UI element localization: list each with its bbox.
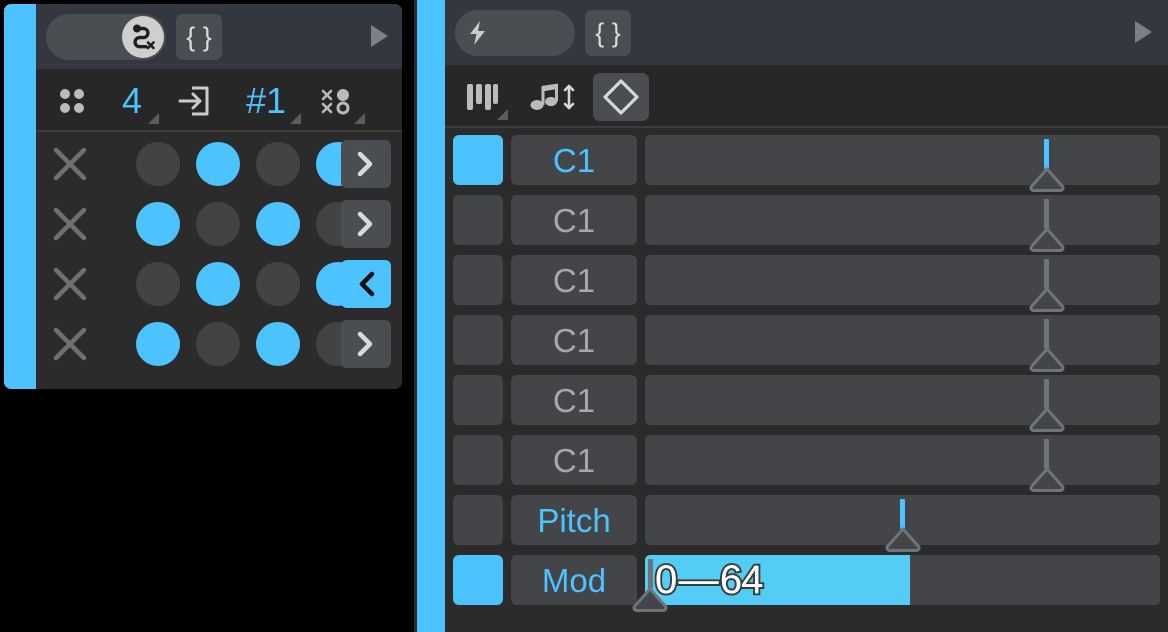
step-count-label: 4 (121, 79, 143, 121)
lane-value-track[interactable] (645, 375, 1160, 432)
lane-value-track[interactable] (645, 255, 1160, 312)
left-sequencer-panel: { } 4 #1 (4, 4, 402, 389)
step-dot[interactable] (256, 202, 300, 246)
enter-arrow-box-icon[interactable] (166, 69, 222, 132)
lane-enable-swatch[interactable] (453, 435, 503, 485)
play-icon[interactable] (371, 25, 388, 47)
lane-value-track[interactable]: 0 — 64 0 — 64 (632, 555, 1160, 612)
left-toolbar: 4 #1 (36, 69, 402, 132)
lane-label[interactable]: Pitch (511, 495, 637, 545)
step-dot[interactable] (256, 322, 300, 366)
step-dot[interactable] (196, 142, 240, 186)
clear-row-icon[interactable] (42, 254, 98, 314)
dropdown-corner-icon (148, 113, 159, 124)
left-accent-rail (4, 4, 36, 389)
lane-label[interactable]: C1 (511, 135, 637, 185)
pattern-number-value[interactable]: #1 (228, 69, 304, 132)
four-dots-grid-icon[interactable] (44, 69, 100, 132)
step-count-value[interactable]: 4 (104, 69, 160, 132)
lane-label[interactable]: C1 (511, 255, 637, 305)
lane-label[interactable]: C1 (511, 375, 637, 425)
lane-label[interactable]: C1 (511, 195, 637, 245)
right-toolbar (445, 65, 1168, 128)
grid-row-2 (36, 194, 402, 254)
clear-row-icon[interactable] (42, 314, 98, 374)
snake-break-toggle[interactable] (46, 14, 166, 60)
pattern-number-label: #1 (245, 79, 287, 121)
lane-enable-swatch[interactable] (453, 195, 503, 245)
lane-pitch: Pitch (445, 490, 1168, 552)
lightning-bolt-icon (457, 12, 499, 54)
lane-note-6: C1 (445, 430, 1168, 492)
clear-row-icon[interactable] (42, 134, 98, 194)
lane-enable-swatch[interactable] (453, 135, 503, 185)
right-panel-body: { } C1 C1 C1 C1 C1 C1 Pitch Mod 0 — 64 0… (445, 0, 1168, 632)
braces-label: { } (595, 17, 621, 48)
lane-label[interactable]: C1 (511, 435, 637, 485)
lane-range-text: 0 — 64 (655, 558, 763, 602)
lane-note-2: C1 (445, 190, 1168, 252)
grid-row-4 (36, 314, 402, 374)
dropdown-corner-icon (354, 113, 365, 124)
piano-keys-icon[interactable] (453, 65, 511, 128)
lane-label[interactable]: Mod (511, 555, 637, 605)
lane-enable-swatch[interactable] (453, 255, 503, 305)
step-dot[interactable] (256, 142, 300, 186)
lane-mod: Mod 0 — 64 0 — 64 (445, 550, 1168, 612)
dropdown-corner-icon (497, 109, 508, 120)
step-dot[interactable] (256, 262, 300, 306)
lane-value-track[interactable] (645, 195, 1160, 252)
step-dot[interactable] (136, 322, 180, 366)
lane-label[interactable]: C1 (511, 315, 637, 365)
snake-path-x-icon (122, 16, 164, 58)
lane-value-track[interactable] (645, 435, 1160, 492)
step-dot[interactable] (136, 262, 180, 306)
direction-forward-button[interactable] (341, 200, 391, 248)
app-root: { } 4 #1 {} C1 C1 C1 C1 C1 C1 Pitch Mod… (0, 0, 1168, 632)
lane-value-track[interactable] (645, 315, 1160, 372)
step-dot[interactable] (136, 202, 180, 246)
step-grid (36, 134, 402, 389)
left-topbar: { } (36, 4, 402, 69)
step-dot[interactable] (196, 262, 240, 306)
step-dot[interactable] (196, 322, 240, 366)
right-lane-panel: { } C1 C1 C1 C1 C1 C1 Pitch Mod 0 — 64 0… (414, 0, 1168, 632)
grid-row-1 (36, 134, 402, 194)
braces-button[interactable]: { } (585, 10, 631, 56)
note-updown-icon[interactable] (517, 65, 587, 128)
dropdown-corner-icon (290, 113, 301, 124)
lane-value-track[interactable] (645, 495, 1160, 552)
lane-value-track[interactable] (645, 135, 1160, 192)
braces-label: { } (186, 21, 212, 52)
grid-row-3 (36, 254, 402, 314)
lane-note-1: C1 (445, 130, 1168, 192)
direction-forward-button[interactable] (341, 320, 391, 368)
direction-backward-button[interactable] (341, 260, 391, 308)
direction-forward-button[interactable] (341, 140, 391, 188)
lane-enable-swatch[interactable] (453, 315, 503, 365)
play-icon[interactable] (1135, 21, 1152, 43)
lane-enable-swatch[interactable] (453, 495, 503, 545)
step-dot[interactable] (136, 142, 180, 186)
right-accent-rail (417, 0, 445, 632)
left-panel-body: { } 4 #1 (36, 4, 402, 389)
braces-button[interactable]: { } (176, 14, 222, 60)
lane-enable-swatch[interactable] (453, 555, 503, 605)
diamond-icon[interactable] (593, 73, 649, 121)
lane-note-4: C1 (445, 310, 1168, 372)
clear-row-icon[interactable] (42, 194, 98, 254)
lane-note-5: C1 (445, 370, 1168, 432)
right-topbar: { } (445, 0, 1168, 65)
lane-enable-swatch[interactable] (453, 375, 503, 425)
random-dots-icon[interactable] (308, 69, 365, 132)
step-dot[interactable] (196, 202, 240, 246)
lightning-toggle[interactable] (455, 10, 575, 56)
lane-note-3: C1 (445, 250, 1168, 312)
